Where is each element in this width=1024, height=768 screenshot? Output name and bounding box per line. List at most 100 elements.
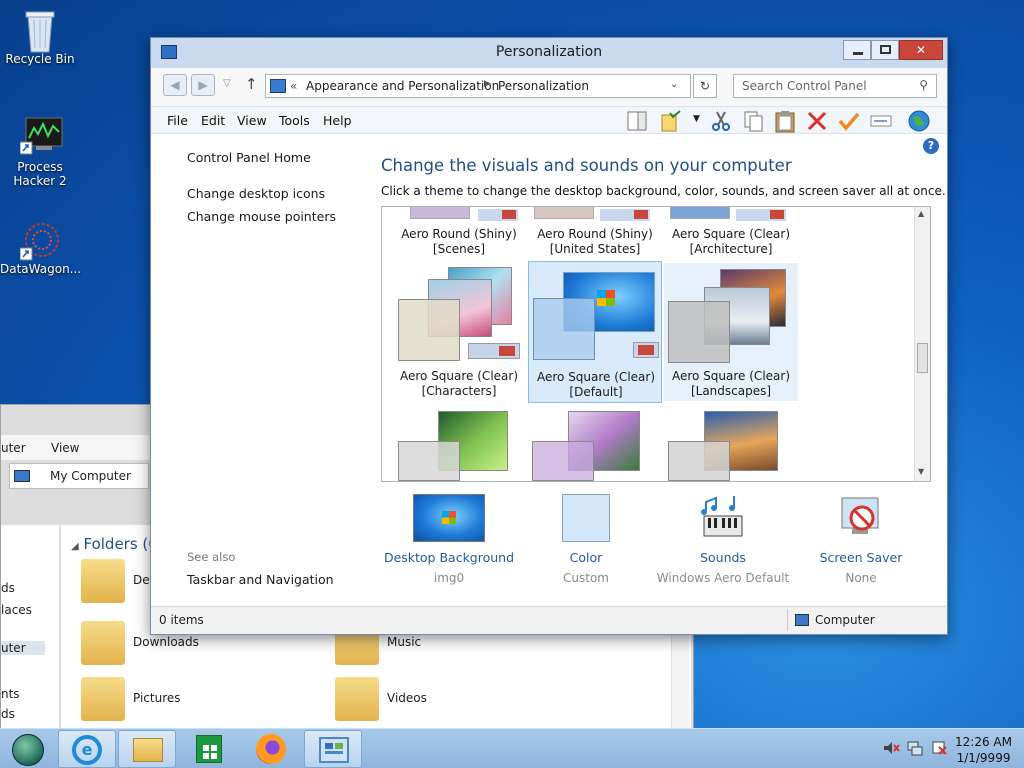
address-dropdown-icon[interactable]: ⌄ [670, 79, 678, 90]
explorer-nav-item-selected[interactable]: uter [1, 641, 45, 655]
refresh-button[interactable]: ↻ [693, 74, 717, 98]
up-button[interactable]: ↑ [245, 75, 258, 93]
address-bar[interactable]: « Appearance and Personalization ▶ Perso… [265, 74, 691, 98]
clock[interactable]: 12:26 AM 1/1/9999 [955, 734, 1012, 766]
see-also-heading: See also [187, 550, 236, 564]
cut-icon[interactable] [709, 109, 733, 133]
desktop-icon-process-hacker[interactable]: Process Hacker 2 [0, 116, 80, 188]
status-divider [787, 609, 788, 631]
copy-icon[interactable] [741, 109, 765, 133]
action-center-icon[interactable] [930, 739, 948, 757]
explorer-menu-view[interactable]: View [51, 441, 79, 455]
theme-thumbnail [534, 207, 594, 219]
scroll-down-icon[interactable]: ▼ [918, 467, 924, 476]
status-location: Computer [815, 613, 875, 627]
theme-tile-selected[interactable]: Aero Square (Clear) [Default] [528, 261, 662, 403]
sounds-label[interactable]: Sounds [653, 550, 793, 565]
page-heading: Change the visuals and sounds on your co… [381, 156, 792, 175]
globe-icon[interactable] [907, 109, 931, 133]
folders-heading[interactable]: ◢ Folders (6 [71, 535, 158, 553]
help-icon: ? [927, 139, 935, 152]
theme-name: Aero Square (Clear) [671, 369, 790, 383]
maximize-button[interactable] [871, 40, 899, 60]
back-arrow-icon: ◀ [170, 78, 180, 92]
explorer-address-text: My Computer [50, 469, 131, 483]
link-change-desktop-icons[interactable]: Change desktop icons [187, 186, 325, 201]
delete-icon[interactable] [805, 109, 829, 133]
process-hacker-icon [19, 116, 63, 156]
clock-time: 12:26 AM [955, 735, 1012, 749]
menu-file[interactable]: File [167, 113, 188, 128]
maximize-icon [880, 45, 891, 54]
desktop-icon-datawagon[interactable]: DataWagon... [0, 218, 81, 276]
rename-icon[interactable] [869, 109, 893, 133]
theme-gallery[interactable]: Aero Round (Shiny) [Scenes] Aero Round (… [381, 206, 931, 482]
forward-button[interactable]: ▶ [191, 74, 215, 96]
taskbar-file-explorer[interactable] [118, 730, 176, 768]
theme-scrollbar[interactable]: ▲ ▼ [914, 207, 930, 481]
datawagon-icon [19, 218, 60, 261]
menu-view[interactable]: View [237, 113, 267, 128]
explorer-nav-item[interactable]: nts [1, 687, 20, 701]
theme-name: Aero Square (Clear) [671, 227, 790, 241]
color-value: Custom [563, 571, 609, 585]
properties-dropdown-icon[interactable]: ▼ [693, 114, 700, 124]
theme-tile[interactable] [664, 407, 798, 481]
desktop-background-setting[interactable]: Desktop Background img0 [379, 494, 519, 585]
theme-tile[interactable]: Aero Square (Clear) [Landscapes] [664, 263, 798, 401]
personalization-window[interactable]: Personalization ✕ ◀ ▶ ▽ ↑ « Appearance a… [150, 37, 948, 635]
color-setting[interactable]: Color Custom [516, 494, 656, 585]
scroll-up-icon[interactable]: ▲ [918, 209, 924, 218]
up-arrow-icon: ↑ [245, 75, 258, 93]
link-change-mouse-pointers[interactable]: Change mouse pointers [187, 209, 336, 224]
start-button[interactable] [4, 730, 52, 768]
breadcrumb-personalization[interactable]: Personalization [498, 79, 589, 93]
link-control-panel-home[interactable]: Control Panel Home [187, 150, 311, 165]
color-label[interactable]: Color [516, 550, 656, 565]
close-button[interactable]: ✕ [899, 40, 943, 60]
desktop-icon-recycle-bin[interactable]: Recycle Bin [0, 8, 80, 66]
preview-pane-icon[interactable] [625, 109, 649, 133]
title-bar[interactable]: Personalization ✕ [151, 38, 947, 68]
scroll-thumb[interactable] [917, 343, 928, 373]
explorer-nav-item[interactable]: laces [1, 603, 32, 617]
folder-label: Pictures [133, 691, 181, 705]
recent-pages-dropdown[interactable]: ▽ [223, 78, 231, 89]
theme-variant: [United States] [549, 242, 641, 256]
taskbar-store[interactable] [180, 730, 238, 768]
menu-tools[interactable]: Tools [279, 113, 310, 128]
search-input[interactable]: Search Control Panel ⚲ [733, 74, 937, 98]
volume-muted-icon[interactable] [882, 739, 900, 757]
screen-saver-setting[interactable]: Screen Saver None [791, 494, 931, 585]
theme-tile[interactable]: Aero Square (Clear) [Characters] [392, 263, 526, 401]
minimize-button[interactable] [843, 40, 871, 60]
screen-saver-label[interactable]: Screen Saver [791, 550, 931, 565]
back-button[interactable]: ◀ [163, 74, 187, 96]
explorer-nav-pane: ds laces uter nts ds [1, 525, 59, 731]
desktop-background-label[interactable]: Desktop Background [379, 550, 519, 565]
breadcrumb-overflow[interactable]: « [290, 79, 297, 93]
menu-help[interactable]: Help [323, 113, 352, 128]
breadcrumb-appearance[interactable]: Appearance and Personalization [306, 79, 499, 93]
paste-icon[interactable] [773, 109, 797, 133]
taskbar-firefox[interactable] [242, 730, 300, 768]
properties-icon[interactable] [659, 109, 683, 133]
checkmark-icon[interactable] [837, 109, 861, 133]
explorer-nav-item[interactable]: ds [1, 581, 15, 595]
network-icon[interactable] [906, 739, 924, 757]
menu-edit[interactable]: Edit [201, 113, 225, 128]
help-button[interactable]: ? [923, 138, 939, 154]
window-title: Personalization [495, 44, 603, 60]
sounds-value: Windows Aero Default [656, 571, 790, 585]
search-icon[interactable]: ⚲ [919, 78, 928, 92]
explorer-nav-item[interactable]: ds [1, 707, 15, 721]
taskbar-internet-explorer[interactable]: e [58, 730, 116, 768]
theme-tile[interactable] [392, 407, 526, 481]
theme-glass-preview [398, 441, 460, 481]
explorer-menu-computer[interactable]: uter [1, 441, 26, 455]
explorer-address-bar[interactable]: My Computer [9, 463, 149, 489]
theme-tile[interactable] [528, 407, 662, 481]
taskbar-control-panel[interactable] [304, 730, 362, 768]
sounds-setting[interactable]: Sounds Windows Aero Default [653, 494, 793, 585]
link-taskbar-navigation[interactable]: Taskbar and Navigation [187, 572, 334, 587]
